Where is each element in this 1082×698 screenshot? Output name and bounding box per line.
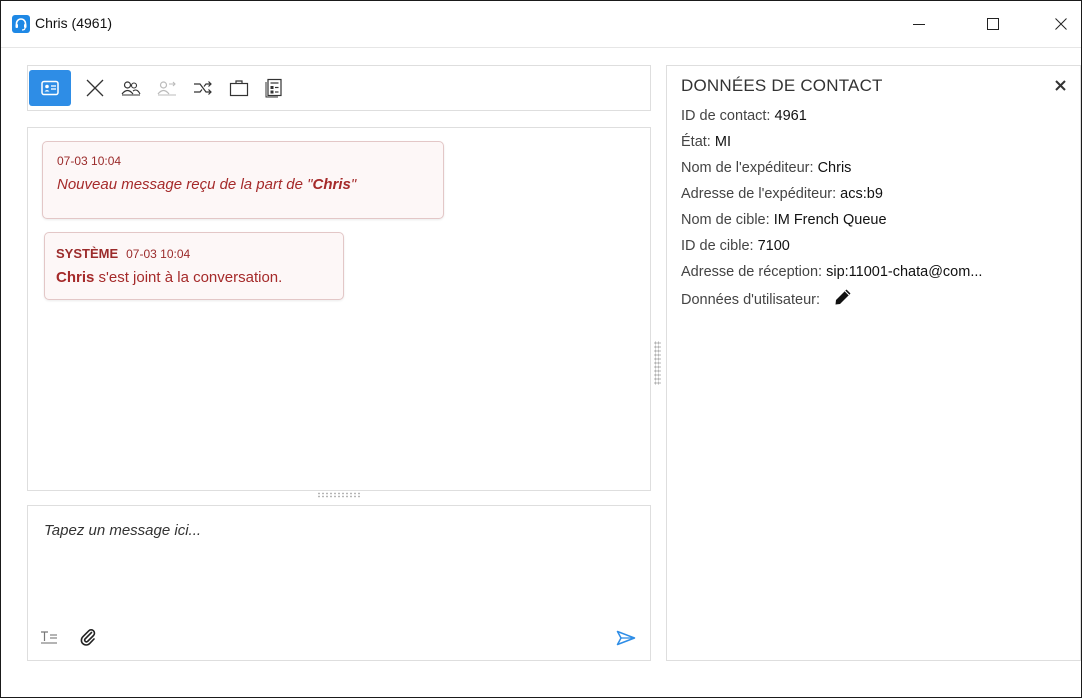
end-chat-icon [86,79,104,97]
standard-responses-button[interactable] [258,71,292,105]
field-state: État: MI [681,132,1073,158]
field-label: Données d'utilisateur: [681,291,820,308]
contact-fields: ID de contact: 4961 État: MI Nom de l'ex… [681,106,1073,314]
field-label: Nom de cible: [681,212,770,228]
panel-title: DONNÉES DE CONTACT [681,76,883,95]
close-panel-button[interactable] [1055,78,1066,96]
message-text: Nouveau message reçu de la part de "Chri… [57,176,356,193]
field-target-name: Nom de cible: IM French Queue [681,210,1073,236]
standard-responses-icon [265,78,282,98]
field-label: Adresse de réception: [681,264,823,280]
vertical-splitter-handle[interactable] [654,341,661,385]
edit-user-data-button[interactable] [834,288,852,312]
chat-transcript[interactable]: 07-03 10:04 Nouveau message reçu de la p… [27,127,651,491]
field-label: ID de contact: [681,108,771,124]
field-target-id: ID de cible: 7100 [681,236,1073,262]
end-chat-button[interactable] [78,71,112,105]
field-label: Nom de l'expéditeur: [681,160,814,176]
field-sender-address: Adresse de l'expéditeur: acs:b9 [681,184,1073,210]
quote-close: " [350,176,357,193]
field-label: État: [681,134,711,150]
maximize-button[interactable] [971,9,1015,39]
close-icon [1055,18,1067,30]
field-value: IM French Queue [773,212,887,228]
message-text: Chris s'est joint à la conversation. [56,269,282,286]
field-value: Chris [817,160,852,176]
attach-file-button[interactable] [80,628,96,651]
field-contact-id: ID de contact: 4961 [681,106,1073,132]
horizontal-splitter-handle[interactable] [317,492,361,498]
field-value: 7100 [757,238,790,254]
message-header: SYSTÈME 07-03 10:04 [56,245,190,263]
transfer-disabled-icon [157,81,176,96]
field-value: 4961 [774,108,807,124]
field-reception-address: Adresse de réception: sip:11001-chata@co… [681,262,1073,288]
title-bar: Chris (4961) [1,1,1081,48]
message-time: 07-03 10:04 [126,247,191,261]
message-text-suffix: s'est joint à la conversation. [94,269,283,286]
send-icon [616,630,636,646]
transfer-button [150,71,184,105]
contact-data-panel: DONNÉES DE CONTACT ID de contact: 4961 É… [666,65,1081,661]
conference-icon [121,81,141,96]
message-sender: Chris [312,176,351,193]
message-input[interactable] [42,520,636,604]
pencil-icon [835,289,851,305]
paperclip-icon [80,629,96,646]
field-sender-name: Nom de l'expéditeur: Chris [681,158,1073,184]
message-composer [27,505,651,661]
system-message-bubble: SYSTÈME 07-03 10:04 Chris s'est joint à l… [44,232,344,300]
text-format-button[interactable] [40,630,58,649]
case-icon [229,80,249,97]
chat-window: Chris (4961) 07-03 10:04 Nouveau message… [0,0,1082,698]
interaction-toolbar [27,65,651,111]
text-format-icon [41,631,57,644]
field-value: MI [714,134,731,150]
headset-icon [12,15,30,33]
contact-card-button[interactable] [29,70,71,106]
contact-card-icon [41,80,59,96]
window-title: Chris (4961) [35,15,113,31]
message-author: SYSTÈME [56,246,119,261]
forward-button[interactable] [186,71,220,105]
case-button[interactable] [222,71,256,105]
field-value: sip:11001-chata@com... [826,264,983,280]
message-sender: Chris [56,269,95,286]
forward-icon [194,81,212,95]
minimize-icon [913,24,925,25]
field-label: Adresse de l'expéditeur: [681,186,837,202]
field-user-data: Données d'utilisateur: [681,288,1073,314]
send-button[interactable] [616,630,636,651]
field-label: ID de cible: [681,238,754,254]
maximize-icon [987,18,999,30]
conference-button[interactable] [114,71,148,105]
message-time: 07-03 10:04 [57,154,122,168]
close-window-button[interactable] [1039,9,1081,39]
field-value: acs:b9 [840,186,883,202]
close-icon [1055,80,1066,91]
message-bubble: 07-03 10:04 Nouveau message reçu de la p… [42,141,444,219]
minimize-button[interactable] [897,9,941,39]
message-text-prefix: Nouveau message reçu de la part de [57,176,308,193]
